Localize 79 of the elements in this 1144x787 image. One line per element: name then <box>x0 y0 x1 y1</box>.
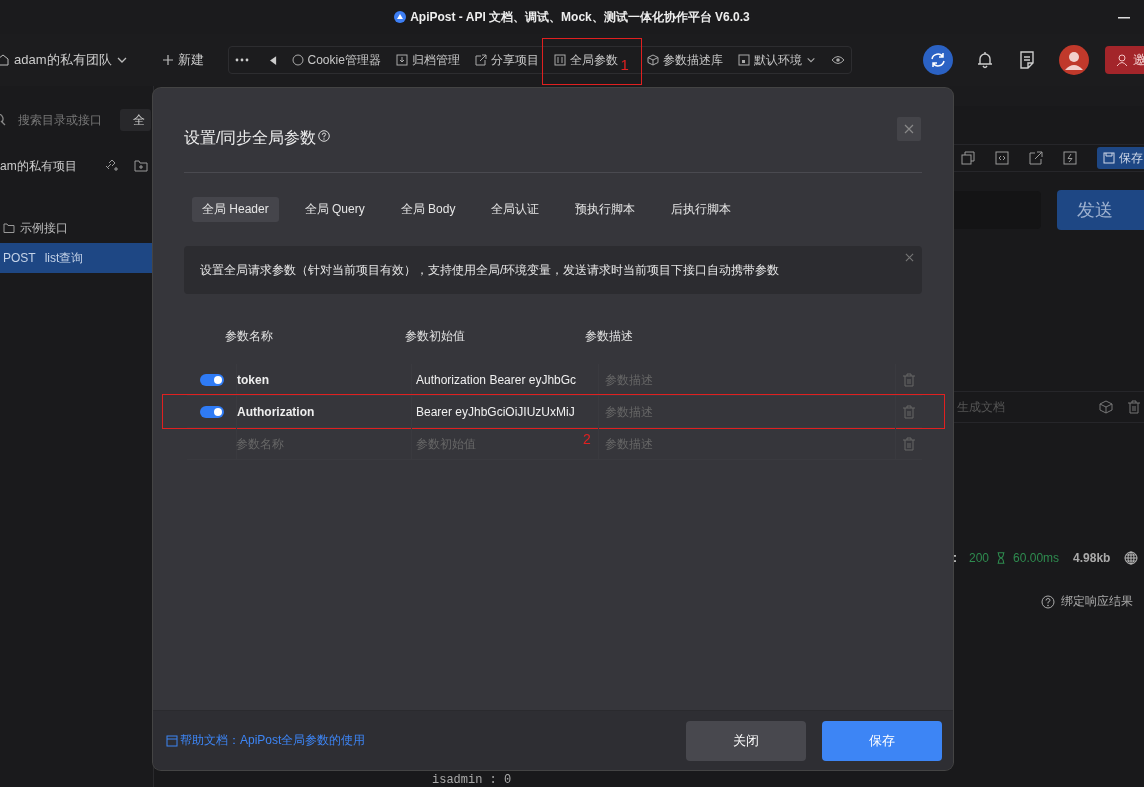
cube-icon <box>646 54 659 66</box>
environment-select[interactable]: 默认环境 <box>737 51 816 69</box>
chevron-down-icon <box>805 55 816 65</box>
toggle-switch[interactable] <box>199 405 224 418</box>
column-header: 参数名称 <box>225 328 274 344</box>
save-button[interactable]: 保存 <box>1097 147 1144 169</box>
dialog-title: 设置/同步全局参数 <box>184 128 317 148</box>
bell-icon[interactable] <box>975 50 995 70</box>
team-selector[interactable]: adam的私有团队 <box>0 51 128 69</box>
tree-item[interactable]: 示例接口 <box>0 213 153 243</box>
column-header: 参数初始值 <box>405 328 466 344</box>
eye-icon[interactable] <box>830 53 845 67</box>
avatar-icon[interactable] <box>1059 45 1089 75</box>
tab[interactable]: 后执行脚本 <box>661 197 742 222</box>
code-icon[interactable] <box>995 151 1009 165</box>
document-icon <box>166 734 178 747</box>
send-button[interactable]: 发送 <box>1057 190 1144 230</box>
status-label: : <box>953 551 957 565</box>
cube-icon[interactable] <box>1099 400 1113 414</box>
plus-icon <box>161 54 174 66</box>
new-button[interactable]: 新建 <box>161 51 204 69</box>
environment-icon <box>737 54 750 66</box>
url-field[interactable] <box>953 191 1041 229</box>
close-icon <box>904 124 914 134</box>
filter-button[interactable]: 全 <box>120 109 151 131</box>
toggle-switch[interactable] <box>199 373 224 386</box>
share-icon <box>474 54 487 66</box>
param-value-field[interactable]: Bearer eyJhbGciOiJIUzUxMiJ <box>412 404 580 419</box>
add-folder-icon[interactable] <box>134 159 148 173</box>
house-icon <box>0 53 10 67</box>
toolbar-item[interactable]: 全局参数 <box>553 51 618 69</box>
toolbar-item[interactable]: Cookie管理器 <box>291 51 381 69</box>
sync-icon[interactable] <box>923 45 953 75</box>
toolbar-item[interactable]: 归档管理 <box>395 51 460 69</box>
param-value-field[interactable]: Authorization Bearer eyJhbGc <box>412 372 580 387</box>
flash-icon[interactable] <box>1063 151 1077 165</box>
more-icon[interactable] <box>234 58 249 62</box>
user-icon <box>1115 53 1129 67</box>
response-size: 4.98kb <box>1073 551 1111 565</box>
help-link[interactable]: 帮助文档：ApiPost全局参数的使用 <box>166 732 366 749</box>
bind-hint[interactable]: 绑定响应结果 <box>1061 593 1133 610</box>
toolbar-item[interactable]: 分享项目 <box>474 51 539 69</box>
back-icon[interactable] <box>269 55 277 65</box>
param-name-field[interactable]: Authorization <box>237 404 411 419</box>
minimize-icon[interactable] <box>1118 17 1130 19</box>
copy-icon[interactable] <box>961 151 975 165</box>
close-button[interactable] <box>897 117 921 141</box>
annotation-number: 2 <box>583 431 591 447</box>
param-name-field[interactable]: token <box>237 372 411 387</box>
tab[interactable]: 全局认证 <box>481 197 550 222</box>
close-button[interactable]: 关闭 <box>686 720 806 761</box>
folder-icon <box>3 222 15 234</box>
help-icon[interactable] <box>1041 594 1055 609</box>
trash-icon[interactable] <box>1127 400 1141 414</box>
column-header: 参数描述 <box>585 328 633 344</box>
search-icon <box>0 114 8 126</box>
globe-icon[interactable] <box>1124 551 1139 565</box>
response-time: 60.00ms <box>1013 551 1060 565</box>
toolbar-item[interactable]: 参数描述库 <box>646 51 723 69</box>
logo-icon <box>394 11 407 23</box>
download-box-icon <box>395 54 408 66</box>
tab[interactable]: 预执行脚本 <box>565 197 646 222</box>
tree-item[interactable]: POST list查询 <box>0 243 153 273</box>
tab[interactable]: 全局 Body <box>390 197 466 222</box>
annotation-number: 1 <box>620 55 629 73</box>
search-field[interactable]: 搜索目录或接口 <box>16 112 112 128</box>
tab[interactable]: 全局 Query <box>294 197 375 222</box>
save-button[interactable]: 保存 <box>822 720 942 761</box>
status-code: 200 <box>969 551 990 565</box>
notice-text: 设置全局请求参数（针对当前项目有效），支持使用全局/环境变量，发送请求时当前项目下接口自动携带参数 <box>200 261 780 279</box>
tab[interactable]: 全局 Header <box>192 197 279 222</box>
close-icon[interactable] <box>905 253 914 262</box>
circle-icon <box>291 54 304 66</box>
project-name: am的私有项目 <box>0 157 78 175</box>
code-text: isadmin : 0 <box>432 773 512 787</box>
save-icon <box>1103 152 1115 164</box>
note-icon[interactable] <box>1017 50 1037 70</box>
share-icon[interactable] <box>1029 151 1043 165</box>
window-title: ApiPost - API 文档、调试、Mock、测试一体化协作平台 V6.0.3 <box>410 8 750 26</box>
